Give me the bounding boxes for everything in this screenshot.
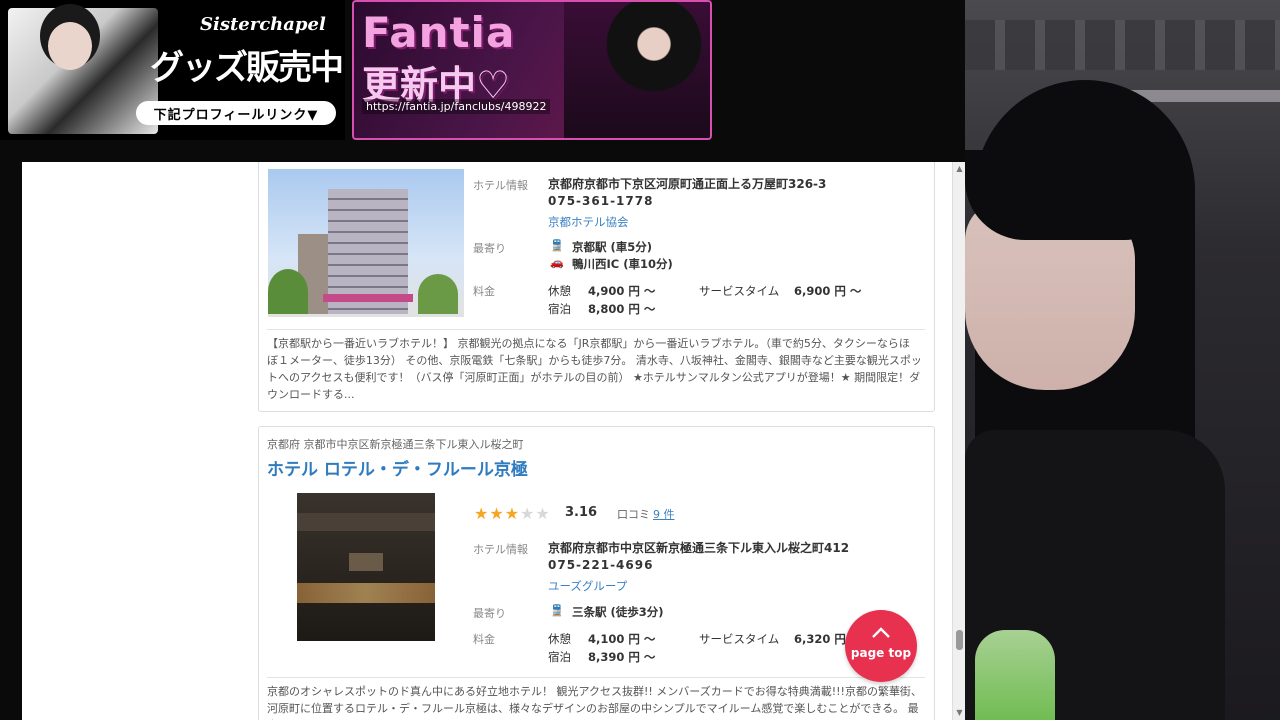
page-scrollbar[interactable]: ▲ ▼ — [952, 162, 965, 720]
hotel-photo[interactable] — [297, 493, 435, 641]
star-icon: ★ — [535, 504, 551, 523]
hotel-photo[interactable] — [268, 169, 464, 317]
banner-goods-title: グッズ販売中 — [150, 48, 344, 88]
train-icon: 🚆 — [550, 239, 564, 252]
fantia-title: Fantia — [362, 8, 516, 57]
hotel-phone: 075-361-1778 — [548, 194, 654, 208]
hotel-card: 京都府 京都市中京区新京極通三条下ル東入ル桜之町 ホテル ロテル・デ・フルール京… — [258, 426, 935, 720]
rest-label: 休憩 — [548, 284, 571, 298]
nearest-label: 最寄り — [473, 607, 506, 620]
divider — [267, 677, 925, 678]
stay-price: 8,390 円 〜 — [588, 650, 656, 664]
review-label: 口コミ — [617, 508, 650, 521]
stay-label: 宿泊 — [548, 650, 571, 664]
rest-price: 4,900 円 〜 — [588, 284, 656, 298]
service-label: サービスタイム — [699, 632, 780, 646]
hotel-group-link[interactable]: 京都ホテル協会 — [548, 214, 629, 230]
nearest-ic: 鴨川西IC (車10分) — [572, 257, 673, 271]
service-price: 6,320 円 — [794, 632, 846, 646]
description-line: 【京都駅から一番近いラブホテル！】 京都観光の拠点になる「JR京都駅」から一番近… — [267, 337, 910, 350]
rating-value: 3.16 — [565, 505, 598, 520]
star-icon: ★ — [504, 504, 521, 523]
stay-price: 8,800 円 〜 — [588, 302, 656, 316]
page-top-button[interactable]: page top — [845, 610, 917, 682]
nearest-label: 最寄り — [473, 242, 506, 255]
hotel-info-label: ホテル情報 — [473, 179, 528, 192]
scrollbar-thumb[interactable] — [956, 630, 963, 650]
webcam-overlay — [965, 0, 1280, 720]
page-top-label: page top — [850, 646, 912, 660]
nearest-station: 京都駅 (車5分) — [572, 240, 653, 254]
hotel-info-label: ホテル情報 — [473, 543, 528, 556]
fantia-banner[interactable]: Fantia 更新中♡ https://fantia.jp/fanclubs/4… — [352, 0, 712, 140]
hotel-location: 京都府 京都市中京区新京極通三条下ル東入ル桜之町 — [267, 438, 524, 451]
scroll-up-icon[interactable]: ▲ — [955, 164, 964, 173]
hotel-group-link[interactable]: ユーズグループ — [548, 578, 627, 594]
hotel-description: 京都のオシャレスポットのド真ん中にある好立地ホテル！ 観光アクセス抜群!! メン… — [267, 683, 927, 720]
hotel-name-link[interactable]: ホテル ロテル・デ・フルール京極 — [267, 455, 528, 480]
bottle-image — [975, 630, 1055, 720]
star-icon: ★ — [520, 504, 536, 523]
description-line: ぼ１メーター、徒歩13分） その他、京阪電鉄「七条駅」からも徒歩7分。 清水寺、… — [267, 354, 922, 367]
hotel-description: 【京都駅から一番近いラブホテル！】 京都観光の拠点になる「JR京都駅」から一番近… — [267, 335, 927, 403]
service-label: サービスタイム — [699, 284, 780, 298]
description-line: トへのアクセスも便利です！（バス停「河原町正面」がホテルの目の前） ★ホテルサン… — [267, 371, 921, 384]
goods-banner[interactable]: Sisterchapel グッズ販売中 下記プロフィールリンク▼ — [0, 0, 345, 140]
stay-label: 宿泊 — [548, 302, 571, 316]
hotel-card: ホテル情報 京都府京都市下京区河原町通正面上る万屋町326-3 075-361-… — [258, 162, 935, 412]
hotel-address: 京都府京都市下京区河原町通正面上る万屋町326-3 — [548, 177, 827, 191]
banner-photo — [564, 2, 710, 138]
rest-label: 休憩 — [548, 632, 571, 646]
description-line: 京都のオシャレスポットのド真ん中にある好立地ホテル！ 観光アクセス抜群!! メン… — [267, 685, 922, 698]
rest-price: 4,100 円 〜 — [588, 632, 656, 646]
screen: Sisterchapel グッズ販売中 下記プロフィールリンク▼ Fantia … — [0, 0, 1280, 720]
divider — [267, 329, 925, 330]
banner-profile-pill: 下記プロフィールリンク▼ — [136, 101, 336, 125]
train-icon: 🚆 — [550, 604, 564, 617]
scroll-down-icon[interactable]: ▼ — [955, 708, 964, 717]
description-line: ウンロードする... — [267, 388, 355, 401]
price-label: 料金 — [473, 633, 495, 646]
price-label: 料金 — [473, 285, 495, 298]
hotel-address: 京都府京都市中京区新京極通三条下ル東入ル桜之町412 — [548, 541, 850, 555]
browser-page: ホテル情報 京都府京都市下京区河原町通正面上る万屋町326-3 075-361-… — [22, 162, 952, 720]
service-price: 6,900 円 〜 — [794, 284, 862, 298]
hotel-phone: 075-221-4696 — [548, 558, 654, 572]
fantia-url: https://fantia.jp/fanclubs/498922 — [362, 99, 551, 114]
nearest-station: 三条駅 (徒歩3分) — [572, 605, 664, 619]
car-icon: 🚗 — [550, 256, 564, 269]
chevron-up-icon — [872, 627, 890, 638]
star-icon: ★ — [474, 504, 490, 523]
review-count-link[interactable]: 9 件 — [653, 506, 675, 522]
rating-stars: ★★★★★ — [474, 504, 551, 523]
star-icon: ★ — [489, 504, 505, 523]
banner-brand: Sisterchapel — [200, 14, 326, 35]
description-line: 河原町に位置するロテル・デ・フルール京極は、様々なデザインのお部屋の中シンプルで… — [267, 702, 919, 720]
